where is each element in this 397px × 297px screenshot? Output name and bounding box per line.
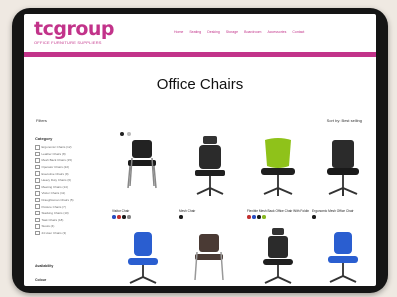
swatch[interactable] bbox=[247, 215, 251, 219]
category-item[interactable]: Meeting Chairs (14) bbox=[35, 184, 99, 191]
checkbox[interactable] bbox=[35, 217, 40, 223]
checkbox[interactable] bbox=[35, 197, 40, 203]
product-card[interactable] bbox=[312, 226, 374, 286]
checkbox[interactable] bbox=[35, 145, 40, 150]
swatch[interactable] bbox=[262, 215, 266, 219]
product-card[interactable]: Ergonomic Mesh Office Chair bbox=[312, 136, 374, 219]
category-item[interactable]: Heavy Duty Chairs (6) bbox=[35, 177, 99, 184]
category-item[interactable]: Visitor Chairs (11) bbox=[35, 190, 99, 197]
logo-text: tcgroup bbox=[34, 18, 115, 40]
checkbox[interactable] bbox=[35, 230, 40, 236]
nav-item-accessories[interactable]: Accessories bbox=[267, 30, 286, 34]
checkbox[interactable] bbox=[35, 191, 40, 196]
screen: tcgroup OFFICE FURNITURE SUPPLIERS Home … bbox=[24, 14, 376, 286]
checkbox[interactable] bbox=[35, 178, 40, 183]
brand-bar bbox=[24, 52, 376, 57]
nav-item-seating[interactable]: Seating bbox=[189, 30, 201, 34]
product-card[interactable] bbox=[179, 226, 241, 286]
category-item[interactable]: Mesh Back Chairs (15) bbox=[35, 157, 99, 164]
logo[interactable]: tcgroup OFFICE FURNITURE SUPPLIERS bbox=[34, 18, 115, 45]
checkbox[interactable] bbox=[35, 164, 40, 170]
colour-heading[interactable]: Colour bbox=[35, 278, 46, 282]
blue-operator-chair-image bbox=[328, 232, 358, 283]
product-name[interactable]: Ergonomic Mesh Office Chair bbox=[312, 209, 374, 213]
page-title: Office Chairs bbox=[156, 76, 244, 93]
checkbox[interactable] bbox=[35, 204, 40, 209]
category-item[interactable]: Task Chairs (18) bbox=[35, 217, 99, 224]
category-item[interactable]: Leather Chairs (8) bbox=[35, 151, 99, 158]
swatch[interactable] bbox=[179, 215, 183, 219]
product-name[interactable]: Visitor Chair bbox=[112, 209, 174, 213]
colour-swatches bbox=[112, 215, 174, 219]
nav-item-boardroom[interactable]: Boardroom bbox=[244, 30, 261, 34]
checkbox[interactable] bbox=[35, 151, 40, 157]
nav-item-contact[interactable]: Contact bbox=[292, 30, 304, 34]
swatch[interactable] bbox=[127, 215, 131, 219]
product-name[interactable]: Flexible Mesh Back Office Chair With Fol… bbox=[247, 209, 309, 213]
nav-item-desking[interactable]: Desking bbox=[207, 30, 220, 34]
swatch[interactable] bbox=[252, 215, 256, 219]
nav-item-home[interactable]: Home bbox=[174, 30, 183, 34]
availability-heading[interactable]: Availability bbox=[35, 264, 53, 268]
colour-swatches bbox=[247, 215, 309, 219]
green-mesh-chair-image bbox=[261, 138, 295, 196]
brown-visitor-chair-image bbox=[194, 234, 224, 281]
category-item[interactable]: Stacking Chairs (10) bbox=[35, 210, 99, 217]
checkbox[interactable] bbox=[35, 171, 40, 176]
colour-swatches bbox=[179, 215, 241, 219]
swatch[interactable] bbox=[312, 215, 316, 219]
checkbox[interactable] bbox=[35, 184, 40, 190]
product-card[interactable]: Flexible Mesh Back Office Chair With Fol… bbox=[247, 136, 309, 219]
product-card[interactable]: Visitor Chair bbox=[112, 136, 174, 219]
product-card[interactable] bbox=[247, 226, 309, 286]
product-card[interactable] bbox=[112, 226, 174, 286]
checkbox[interactable] bbox=[35, 158, 40, 163]
category-item[interactable]: Operator Chairs (22) bbox=[35, 164, 99, 171]
swatch[interactable] bbox=[117, 215, 121, 219]
logo-tagline: OFFICE FURNITURE SUPPLIERS bbox=[34, 40, 102, 45]
visitor-chair-image bbox=[127, 140, 157, 189]
filter-sidebar: Category Ergonomic Chairs (12) Leather C… bbox=[35, 136, 99, 236]
category-item[interactable]: Stools (4) bbox=[35, 223, 99, 230]
category-heading: Category bbox=[35, 136, 53, 141]
category-item[interactable]: Ergonomic Chairs (12) bbox=[35, 144, 99, 151]
swatch[interactable] bbox=[122, 215, 126, 219]
sort-dropdown[interactable]: Sort by: Best selling bbox=[327, 118, 362, 123]
colour-swatches bbox=[312, 215, 374, 219]
category-item[interactable]: Posture Chairs (7) bbox=[35, 203, 99, 210]
category-item[interactable]: Draughtsman Chairs (5) bbox=[35, 197, 99, 204]
category-item[interactable]: Executive Chairs (9) bbox=[35, 170, 99, 177]
blue-task-chair-image bbox=[128, 232, 158, 284]
swatch[interactable] bbox=[257, 215, 261, 219]
checkbox[interactable] bbox=[35, 224, 40, 229]
product-name[interactable]: Mesh Chair bbox=[179, 209, 241, 213]
product-card[interactable]: Mesh Chair bbox=[179, 136, 241, 219]
checkbox[interactable] bbox=[35, 210, 40, 216]
executive-mesh-chair-image bbox=[263, 228, 293, 284]
black-mesh-chair-image bbox=[327, 140, 359, 196]
category-item[interactable]: 24 Hour Chairs (3) bbox=[35, 230, 99, 237]
main-nav: Home Seating Desking Storage Boardroom A… bbox=[174, 30, 304, 34]
filters-button[interactable]: Filters bbox=[36, 118, 47, 123]
mesh-chair-image bbox=[195, 136, 225, 196]
swatch[interactable] bbox=[112, 215, 116, 219]
nav-item-storage[interactable]: Storage bbox=[226, 30, 238, 34]
